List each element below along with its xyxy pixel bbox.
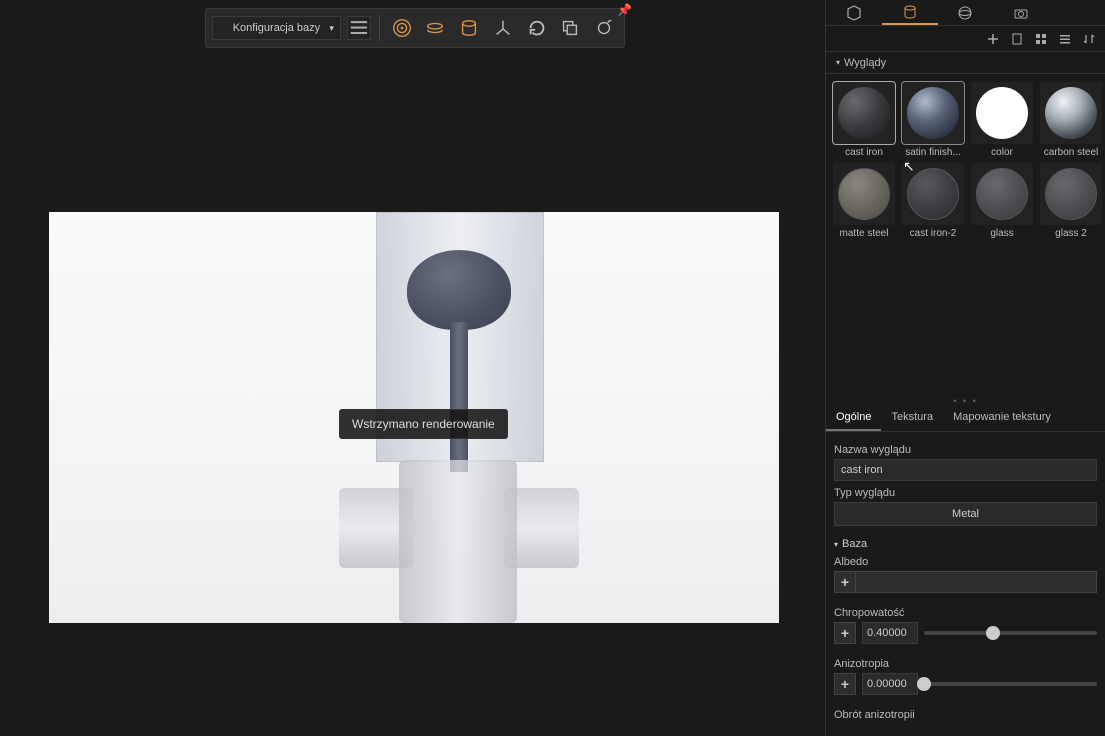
material-label: matte steel — [840, 228, 889, 239]
label-albedo: Albedo — [834, 556, 1097, 568]
material-item[interactable]: color — [970, 82, 1034, 158]
material-preview — [907, 168, 959, 220]
material-item[interactable]: matte steel — [832, 163, 896, 239]
material-preview — [838, 168, 890, 220]
config-list-button[interactable] — [347, 16, 371, 40]
material-item[interactable]: carbon steel — [1039, 82, 1103, 158]
cursor-icon: ↖ — [903, 158, 915, 175]
input-name[interactable]: cast iron — [834, 459, 1097, 481]
model-piston — [407, 250, 511, 330]
top-toolbar: Konfiguracja bazy 📌 — [205, 8, 625, 48]
property-tabs: Ogólne Tekstura Mapowanie tekstury — [826, 405, 1105, 432]
tab-materials[interactable] — [882, 0, 938, 25]
layers-icon[interactable] — [421, 14, 449, 42]
roughness-slider[interactable] — [924, 631, 1097, 635]
material-preview — [907, 87, 959, 139]
material-preview — [838, 87, 890, 139]
material-item[interactable]: satin finish... — [901, 82, 965, 158]
database-icon — [902, 4, 918, 20]
material-label: satin finish... — [905, 147, 961, 158]
section-title-text: Wyglądy — [844, 57, 886, 69]
tab-environment[interactable] — [938, 0, 994, 25]
prop-tab-mapping[interactable]: Mapowanie tekstury — [943, 405, 1061, 431]
roughness-input[interactable] — [862, 622, 918, 644]
pin-icon[interactable]: 📌 — [617, 3, 632, 17]
roughness-thumb[interactable] — [986, 626, 1000, 640]
new-file-button[interactable] — [1009, 31, 1025, 47]
render-status-text: Wstrzymano renderowanie — [352, 417, 495, 431]
anisotropy-thumb[interactable] — [917, 677, 931, 691]
config-dropdown[interactable]: Konfiguracja bazy — [212, 16, 341, 40]
add-button[interactable] — [985, 31, 1001, 47]
right-panel: Wyglądy cast iron satin finish... color car… — [825, 0, 1105, 736]
albedo-color-swatch[interactable] — [856, 571, 1097, 593]
material-label: glass — [990, 228, 1013, 239]
magic-icon[interactable] — [590, 14, 618, 42]
label-anisotropy: Anizotropia — [834, 658, 1097, 670]
material-preview — [1045, 87, 1097, 139]
material-label: cast iron-2 — [910, 228, 957, 239]
refresh-icon[interactable] — [523, 14, 551, 42]
property-body: Nazwa wyglądu cast iron Typ wyglądu Meta… — [826, 432, 1105, 721]
list-view-button[interactable] — [1057, 31, 1073, 47]
label-type: Typ wyglądu — [834, 487, 1097, 499]
material-grid: cast iron satin finish... color carbon stee… — [826, 74, 1105, 247]
section-appearances[interactable]: Wyglądy — [826, 52, 1105, 74]
roughness-add-button[interactable]: + — [834, 622, 856, 644]
model-rod — [450, 322, 468, 472]
target-icon[interactable] — [388, 14, 416, 42]
material-label: color — [991, 147, 1013, 158]
label-aniso-rot: Obrót anizotropii — [834, 709, 1097, 721]
copy-icon[interactable] — [557, 14, 585, 42]
render-status-badge: Wstrzymano renderowanie — [339, 409, 508, 439]
panel-split-handle[interactable]: • • • — [826, 397, 1105, 405]
material-preview — [1045, 168, 1097, 220]
anisotropy-slider[interactable] — [924, 682, 1097, 686]
camera-icon — [1013, 5, 1029, 21]
section-base[interactable]: Baza — [834, 538, 1097, 550]
panel-tabs — [826, 0, 1105, 26]
sort-button[interactable] — [1081, 31, 1097, 47]
material-item[interactable]: glass — [970, 163, 1034, 239]
prop-tab-general[interactable]: Ogólne — [826, 405, 881, 431]
database-icon[interactable] — [455, 14, 483, 42]
render-viewport[interactable]: Wstrzymano renderowanie — [49, 212, 779, 623]
prop-tab-texture[interactable]: Tekstura — [881, 405, 943, 431]
toolbar-divider — [379, 15, 380, 41]
material-label: carbon steel — [1044, 147, 1098, 158]
globe-icon — [957, 5, 973, 21]
panel-actions — [826, 26, 1105, 52]
material-preview — [976, 87, 1028, 139]
material-label: glass 2 — [1055, 228, 1087, 239]
tab-scene[interactable] — [826, 0, 882, 25]
grid-view-button[interactable] — [1033, 31, 1049, 47]
material-label: cast iron — [845, 147, 883, 158]
albedo-add-button[interactable]: + — [834, 571, 856, 593]
anisotropy-input[interactable] — [862, 673, 918, 695]
axis-icon[interactable] — [489, 14, 517, 42]
material-item[interactable]: glass 2 — [1039, 163, 1103, 239]
cube-icon — [846, 5, 862, 21]
model-body — [339, 460, 579, 623]
label-name: Nazwa wyglądu — [834, 444, 1097, 456]
material-item[interactable]: cast iron — [832, 82, 896, 158]
label-roughness: Chropowatość — [834, 607, 1097, 619]
tab-camera[interactable] — [993, 0, 1049, 25]
type-button[interactable]: Metal — [834, 502, 1097, 526]
anisotropy-add-button[interactable]: + — [834, 673, 856, 695]
tab-extra[interactable] — [1049, 0, 1105, 25]
material-preview — [976, 168, 1028, 220]
config-label: Konfiguracja bazy — [233, 22, 320, 34]
